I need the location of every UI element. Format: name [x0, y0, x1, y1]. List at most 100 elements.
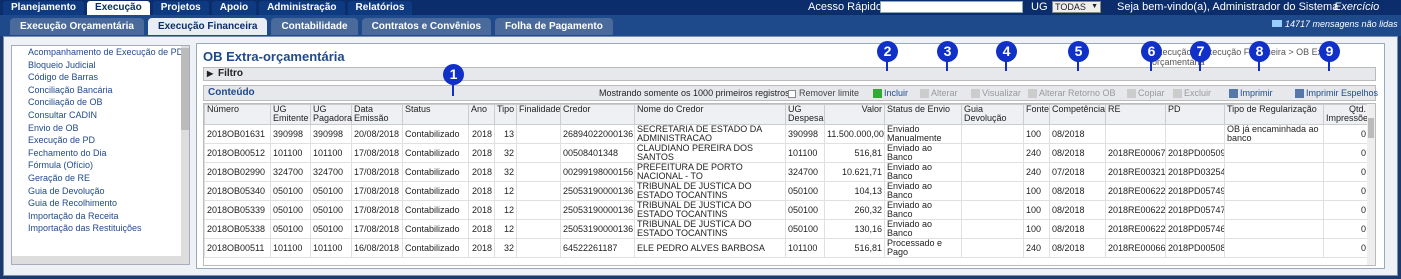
- table-cell: [1224, 162, 1324, 182]
- badge-line: [1328, 61, 1330, 71]
- table-row[interactable]: 2018OB01631 390998 390998 20/08/2018 Contabi…: [204, 124, 1369, 144]
- ug-select[interactable]: TODAS: [1052, 1, 1101, 13]
- table-row[interactable]: 2018OB00512 101100 101100 17/08/2018 Contabi…: [204, 143, 1369, 163]
- column-header[interactable]: Tipo: [494, 104, 517, 125]
- top-menu-item[interactable]: Execução: [87, 1, 150, 15]
- sidebar-item[interactable]: Conciliação de OB: [12, 96, 182, 109]
- badge-line: [1150, 61, 1152, 71]
- column-header[interactable]: Competência: [1049, 104, 1106, 125]
- grid-scroll-thumb[interactable]: [1368, 118, 1374, 138]
- table-cell: [516, 124, 561, 144]
- sidebar-item[interactable]: Conciliação Bancária: [12, 84, 182, 97]
- column-header[interactable]: Nome do Credor: [634, 104, 786, 125]
- column-header[interactable]: UG Emitente: [270, 104, 311, 125]
- toolbar-button[interactable]: Incluir: [873, 88, 908, 99]
- table-cell: 2018OB02990: [204, 162, 271, 182]
- sub-menu-item[interactable]: Folha de Pagamento: [495, 18, 613, 35]
- column-header[interactable]: UG Pagadora: [310, 104, 352, 125]
- toolbar-button[interactable]: Imprimir Espelhos: [1295, 88, 1379, 99]
- sub-menu-item[interactable]: Execução Financeira: [147, 18, 268, 35]
- top-menu-item[interactable]: Projetos: [152, 1, 209, 15]
- sidebar-item[interactable]: Acompanhamento de Execução de PD: [12, 46, 182, 59]
- grid-scrollbar[interactable]: [1367, 104, 1375, 265]
- column-header[interactable]: Data Emissão: [351, 104, 403, 125]
- sidebar-item[interactable]: Consultar CADIN: [12, 109, 182, 122]
- table-cell: 2018: [468, 181, 495, 201]
- sidebar-item[interactable]: Fórmula (Ofício): [12, 159, 182, 172]
- column-header[interactable]: UG Despesa: [785, 104, 825, 125]
- table-cell: 0: [1323, 200, 1369, 220]
- toolbar-button[interactable]: Alterar: [920, 88, 958, 99]
- ug-label: UG: [1031, 1, 1048, 13]
- table-cell: 324700: [310, 162, 352, 182]
- records-notice: Mostrando somente os 1000 primeiros regi…: [599, 88, 793, 98]
- sidebar-item[interactable]: Geração de RE: [12, 172, 182, 185]
- annotation-badge: 2: [877, 41, 898, 62]
- table-cell: [516, 238, 561, 258]
- column-header[interactable]: Valor: [824, 104, 885, 125]
- column-header[interactable]: RE: [1105, 104, 1166, 125]
- table-cell: 10.621,71: [824, 162, 885, 182]
- table-cell: [1224, 200, 1324, 220]
- table-row[interactable]: 2018OB05338 050100 050100 17/08/2018 Contabi…: [204, 219, 1369, 239]
- sidebar-hscrollbar[interactable]: [12, 256, 189, 264]
- table-row[interactable]: 2018OB02990 324700 324700 17/08/2018 Contabi…: [204, 162, 1369, 182]
- toolbar-button[interactable]: Excluir: [1173, 88, 1211, 99]
- table-cell: Enviado ao Banco: [884, 181, 962, 201]
- table-cell: Enviado ao Banco: [884, 143, 962, 163]
- sidebar-item[interactable]: Guia de Recolhimento: [12, 197, 182, 210]
- top-menu-item[interactable]: Planejamento: [3, 1, 85, 15]
- sidebar-item[interactable]: Importação das Restituições: [12, 222, 182, 235]
- table-row[interactable]: 2018OB05340 050100 050100 17/08/2018 Contabi…: [204, 181, 1369, 201]
- column-header[interactable]: Credor: [560, 104, 635, 125]
- toolbar-label: Imprimir Espelhos: [1306, 88, 1379, 98]
- table-cell: [961, 124, 1024, 144]
- sidebar-item[interactable]: Fechamento do Dia: [12, 147, 182, 160]
- column-header[interactable]: Guia Devolução: [961, 104, 1024, 125]
- badge-line: [946, 61, 948, 71]
- sub-menu-item[interactable]: Execução Orçamentária: [10, 18, 144, 35]
- table-cell: 07/2018: [1049, 162, 1106, 182]
- sidebar-item[interactable]: Código de Barras: [12, 71, 182, 84]
- table-cell: 08/2018: [1049, 124, 1106, 144]
- top-menu-item[interactable]: Relatórios: [347, 1, 413, 15]
- sub-menu-item[interactable]: Contabilidade: [271, 18, 358, 35]
- sidebar-scrollbar[interactable]: [181, 46, 189, 256]
- messages-link[interactable]: 14717 mensagens não lidas: [1272, 19, 1398, 29]
- table-row[interactable]: 2018OB05339 050100 050100 17/08/2018 Contabi…: [204, 200, 1369, 220]
- sub-menu-item[interactable]: Contratos e Convênios: [361, 18, 492, 35]
- sidebar-item[interactable]: Importação da Receita: [12, 210, 182, 223]
- table-row[interactable]: 2018OB00511 101100 101100 16/08/2018 Contabi…: [204, 238, 1369, 258]
- column-header[interactable]: Finalidade: [516, 104, 561, 125]
- column-header[interactable]: Status: [402, 104, 469, 125]
- table-cell: Enviado Manualmente: [884, 124, 962, 144]
- toolbar-button[interactable]: Alterar Retorno OB: [1028, 88, 1116, 99]
- column-header[interactable]: Fonte: [1023, 104, 1050, 125]
- toolbar-button[interactable]: Imprimir: [1229, 88, 1273, 99]
- table-cell: 2018OB05338: [204, 219, 271, 239]
- sidebar-item[interactable]: Execução de PD: [12, 134, 182, 147]
- column-header[interactable]: Status de Envio: [884, 104, 962, 125]
- sidebar-scroll-thumb[interactable]: [181, 48, 189, 130]
- column-header[interactable]: Ano: [468, 104, 495, 125]
- column-header[interactable]: PD: [1165, 104, 1225, 125]
- table-cell: [516, 219, 561, 239]
- table-cell: 2018RE00622: [1105, 181, 1166, 201]
- table-cell: [961, 162, 1024, 182]
- sidebar-item[interactable]: Guia de Devolução: [12, 185, 182, 198]
- column-header[interactable]: Tipo de Regularização: [1224, 104, 1324, 125]
- toolbar-button[interactable]: Copiar: [1127, 88, 1165, 99]
- table-cell: [516, 181, 561, 201]
- toolbar-button[interactable]: Visualizar: [971, 88, 1021, 99]
- records-grid: Número UG Emitente UG Pagadora Data Emissão…: [203, 103, 1376, 266]
- acesso-rapido-input[interactable]: [880, 1, 1023, 13]
- column-header[interactable]: Qtd. Impressões: [1323, 104, 1373, 125]
- sidebar-item[interactable]: Bloqueio Judicial: [12, 59, 182, 72]
- top-menu-item[interactable]: Apoio: [211, 1, 257, 15]
- table-cell: [961, 143, 1024, 163]
- sidebar-item[interactable]: Envio de OB: [12, 122, 182, 135]
- remove-limit-checkbox[interactable]: Remover limite: [788, 88, 859, 98]
- table-cell: [516, 200, 561, 220]
- column-header[interactable]: Número: [204, 104, 271, 125]
- top-menu-item[interactable]: Administração: [259, 1, 345, 15]
